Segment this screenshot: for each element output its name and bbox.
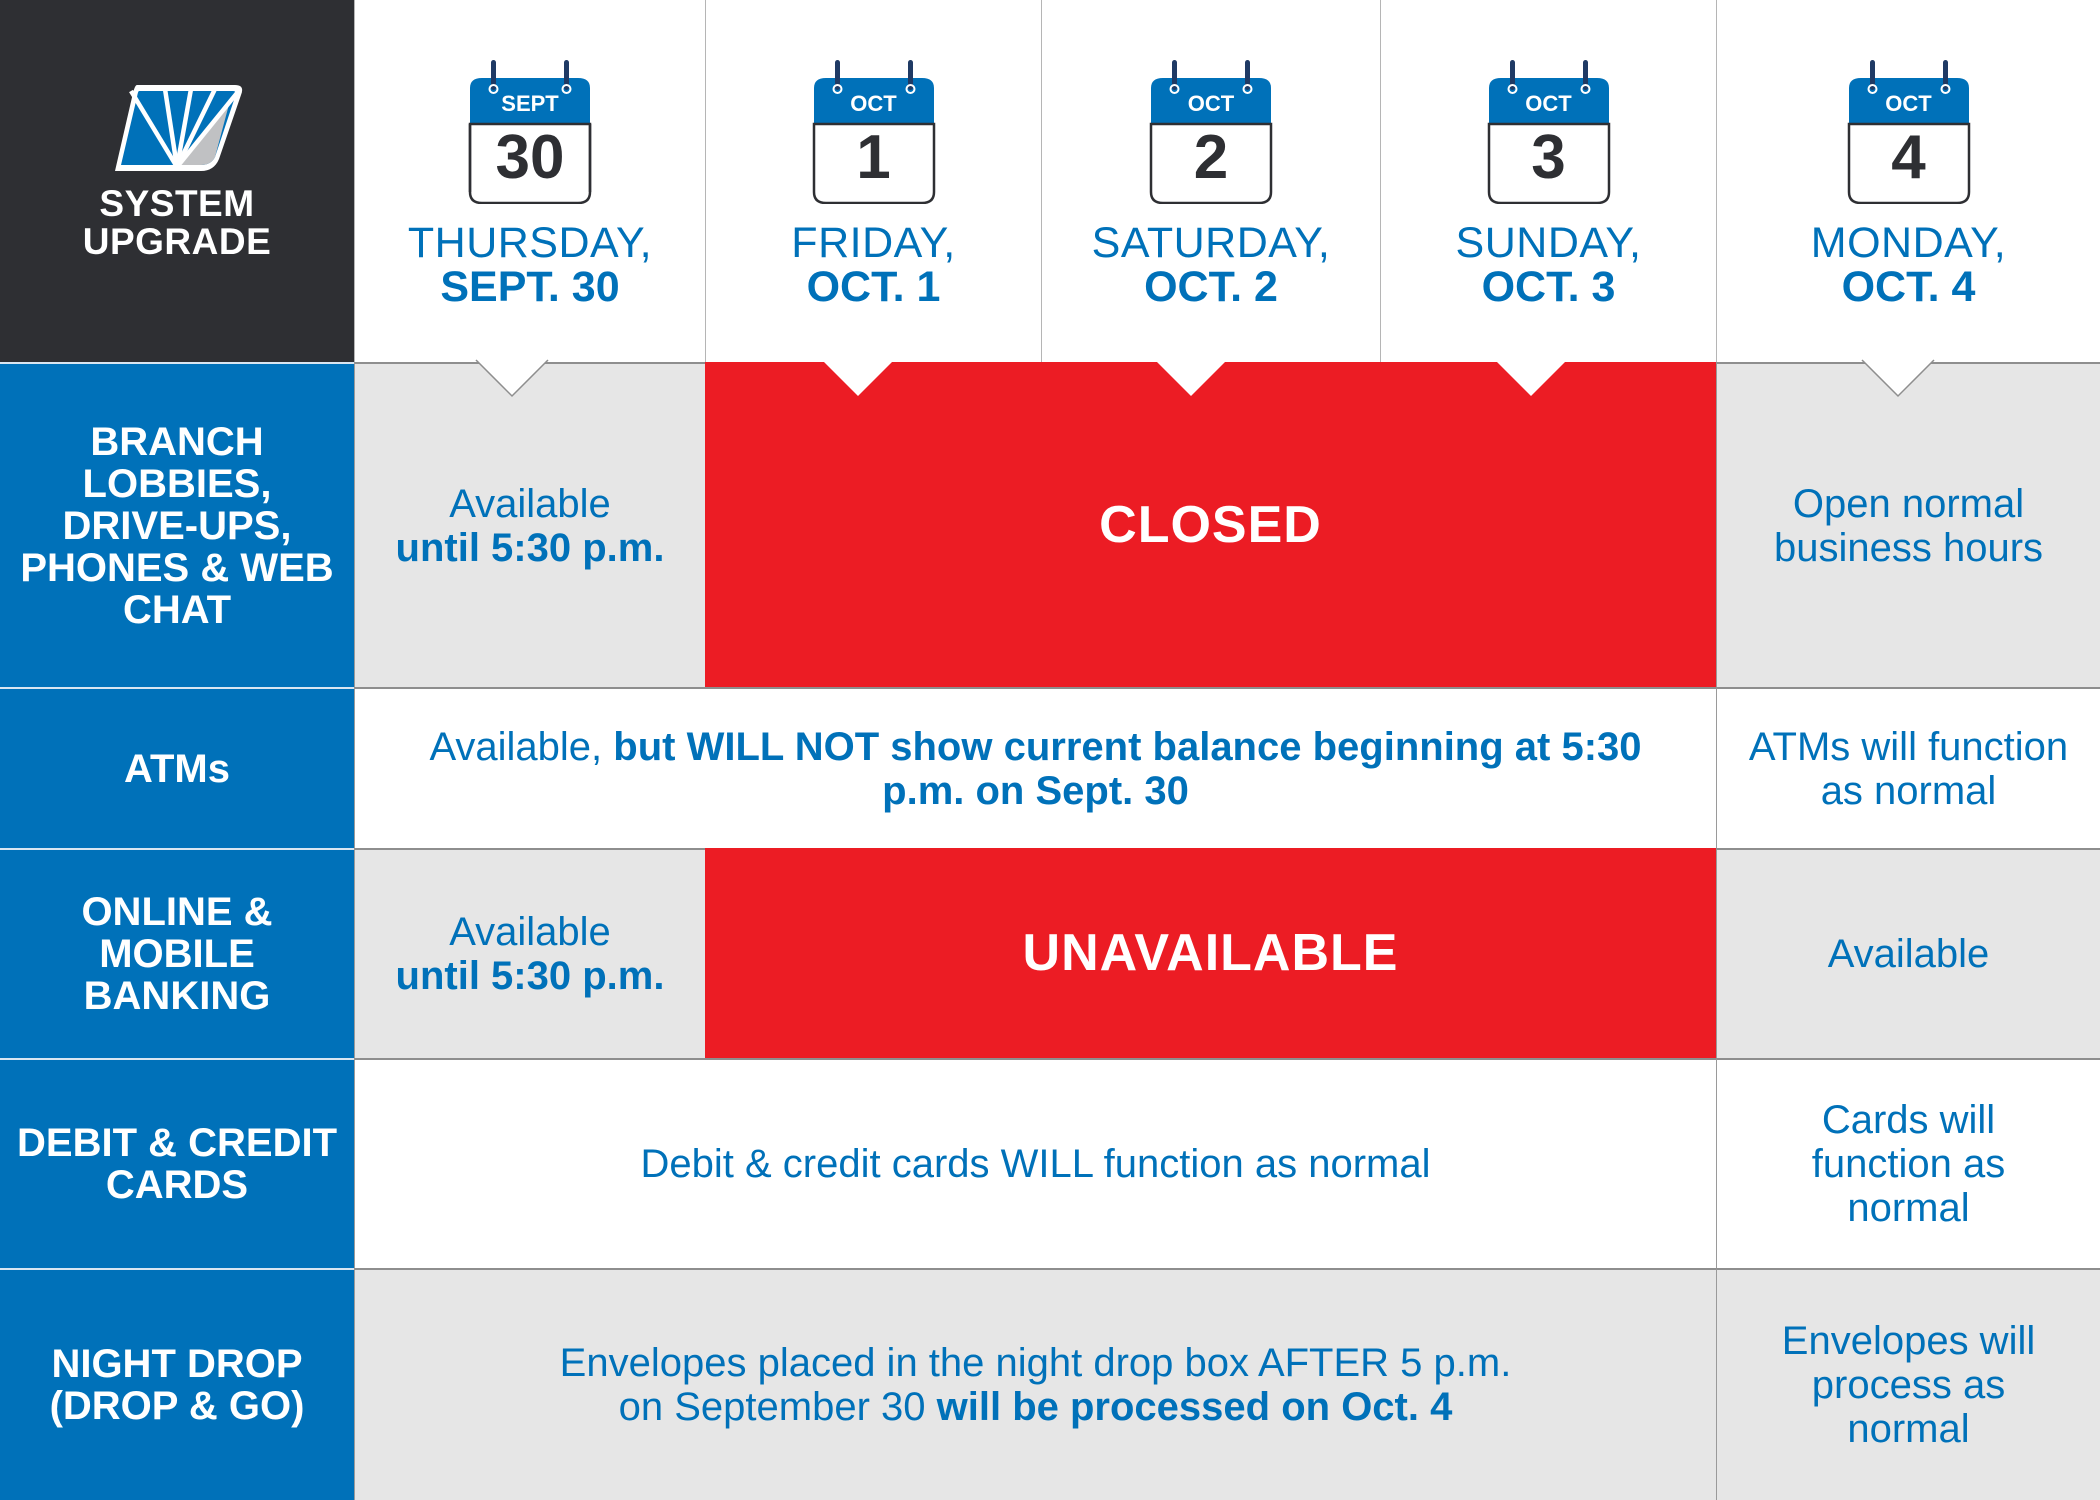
cell-text: Available,: [429, 724, 614, 769]
cell-atms-sept30-oct3: Available, but WILL NOT show current bal…: [354, 687, 1716, 848]
day-header-oct-1: OCT 1 FRIDAY, OCT. 1: [705, 0, 1041, 362]
cell-branch-oct4: Open normal business hours: [1716, 362, 2100, 687]
cell-atms-oct4: ATMs will function as normal: [1716, 687, 2100, 848]
cell-cards-sept30-oct3: Debit & credit cards WILL function as no…: [354, 1058, 1716, 1268]
brand-title: SYSTEM UPGRADE: [83, 185, 272, 261]
row-label-night-drop: NIGHT DROP (DROP & GO): [0, 1268, 354, 1500]
cell-text: Available: [449, 910, 611, 954]
calendar-icon: OCT 3: [1487, 58, 1611, 204]
day-date: OCT. 3: [1481, 263, 1616, 311]
day-date: OCT. 1: [806, 263, 941, 311]
cell-text-bold: until 5:30 p.m.: [395, 525, 665, 570]
day-name: THURSDAY,: [407, 219, 653, 267]
calendar-month: OCT: [850, 91, 897, 116]
calendar-day-number: 30: [495, 123, 565, 192]
cell-text-bold: will be processed on Oct. 4: [936, 1385, 1453, 1429]
calendar-icon: OCT 1: [812, 58, 936, 204]
row-label-debit-credit: DEBIT & CREDIT CARDS: [0, 1058, 354, 1268]
row-label-branch: BRANCH LOBBIES, DRIVE-UPS, PHONES & WEB …: [0, 362, 354, 687]
brand-title-line2: UPGRADE: [82, 221, 272, 262]
cell-text: Available: [449, 481, 611, 526]
row-label-atms: ATMs: [0, 687, 354, 848]
calendar-day-number: 3: [1531, 123, 1566, 192]
calendar-month: OCT: [1525, 91, 1572, 116]
calendar-icon: OCT 4: [1847, 58, 1971, 204]
day-name: SUNDAY,: [1455, 219, 1642, 267]
day-name: SATURDAY,: [1091, 219, 1331, 267]
row-label-online-mobile: ONLINE & MOBILE BANKING: [0, 848, 354, 1058]
cell-online-oct4: Available: [1716, 848, 2100, 1058]
cell-text: ATMs will function as normal: [1748, 724, 2069, 813]
day-date: SEPT. 30: [440, 263, 620, 311]
cell-online-sept30: Available until 5:30 p.m.: [354, 848, 705, 1058]
calendar-month: OCT: [1187, 91, 1235, 116]
calendar-day-number: 4: [1891, 123, 1926, 192]
cell-text: on September 30: [618, 1385, 937, 1429]
cell-text-bold: until 5:30 p.m.: [395, 954, 665, 998]
cell-nightdrop-sept30-oct3: Envelopes placed in the night drop box A…: [354, 1268, 1716, 1500]
day-header-oct-4: OCT 4 MONDAY, OCT. 4: [1716, 0, 2100, 362]
calendar-month: OCT: [1885, 91, 1932, 116]
day-header-sept-30: SEPT 30 THURSDAY, SEPT. 30: [354, 0, 705, 362]
day-name: MONDAY,: [1810, 219, 2007, 267]
cell-text: Envelopes placed in the night drop box A…: [559, 1341, 1512, 1385]
day-date: OCT. 4: [1841, 263, 1976, 311]
brand-title-line1: SYSTEM: [99, 183, 255, 224]
status-unavailable-label: UNAVAILABLE: [1022, 924, 1399, 982]
status-closed-label: CLOSED: [1099, 495, 1322, 554]
cell-text: Cards will function as normal: [1811, 1098, 2006, 1230]
logo-icon: [115, 85, 243, 171]
brand-block: SYSTEM UPGRADE: [0, 0, 354, 362]
calendar-day-number: 2: [1193, 123, 1229, 192]
cell-cards-oct4: Cards will function as normal: [1716, 1058, 2100, 1268]
day-name: FRIDAY,: [791, 219, 956, 267]
status-unavailable: UNAVAILABLE: [705, 848, 1716, 1058]
cell-text: Available: [1827, 932, 1990, 976]
calendar-icon: SEPT 30: [468, 58, 592, 204]
calendar-icon: OCT 2: [1149, 58, 1273, 204]
calendar-month: SEPT: [501, 91, 559, 116]
cell-text: Open normal business hours: [1773, 481, 2044, 570]
status-closed: CLOSED: [705, 362, 1716, 687]
cell-nightdrop-oct4: Envelopes will process as normal: [1716, 1268, 2100, 1500]
cell-text: Envelopes will process as normal: [1781, 1319, 2036, 1451]
day-header-oct-3: OCT 3 SUNDAY, OCT. 3: [1380, 0, 1716, 362]
cell-text-bold: but WILL NOT show current balance beginn…: [613, 724, 1642, 813]
cell-branch-sept30: Available until 5:30 p.m.: [354, 362, 705, 687]
day-date: OCT. 2: [1144, 263, 1278, 311]
cell-text: Debit & credit cards WILL function as no…: [640, 1142, 1431, 1186]
calendar-day-number: 1: [856, 123, 891, 192]
day-header-oct-2: OCT 2 SATURDAY, OCT. 2: [1041, 0, 1380, 362]
